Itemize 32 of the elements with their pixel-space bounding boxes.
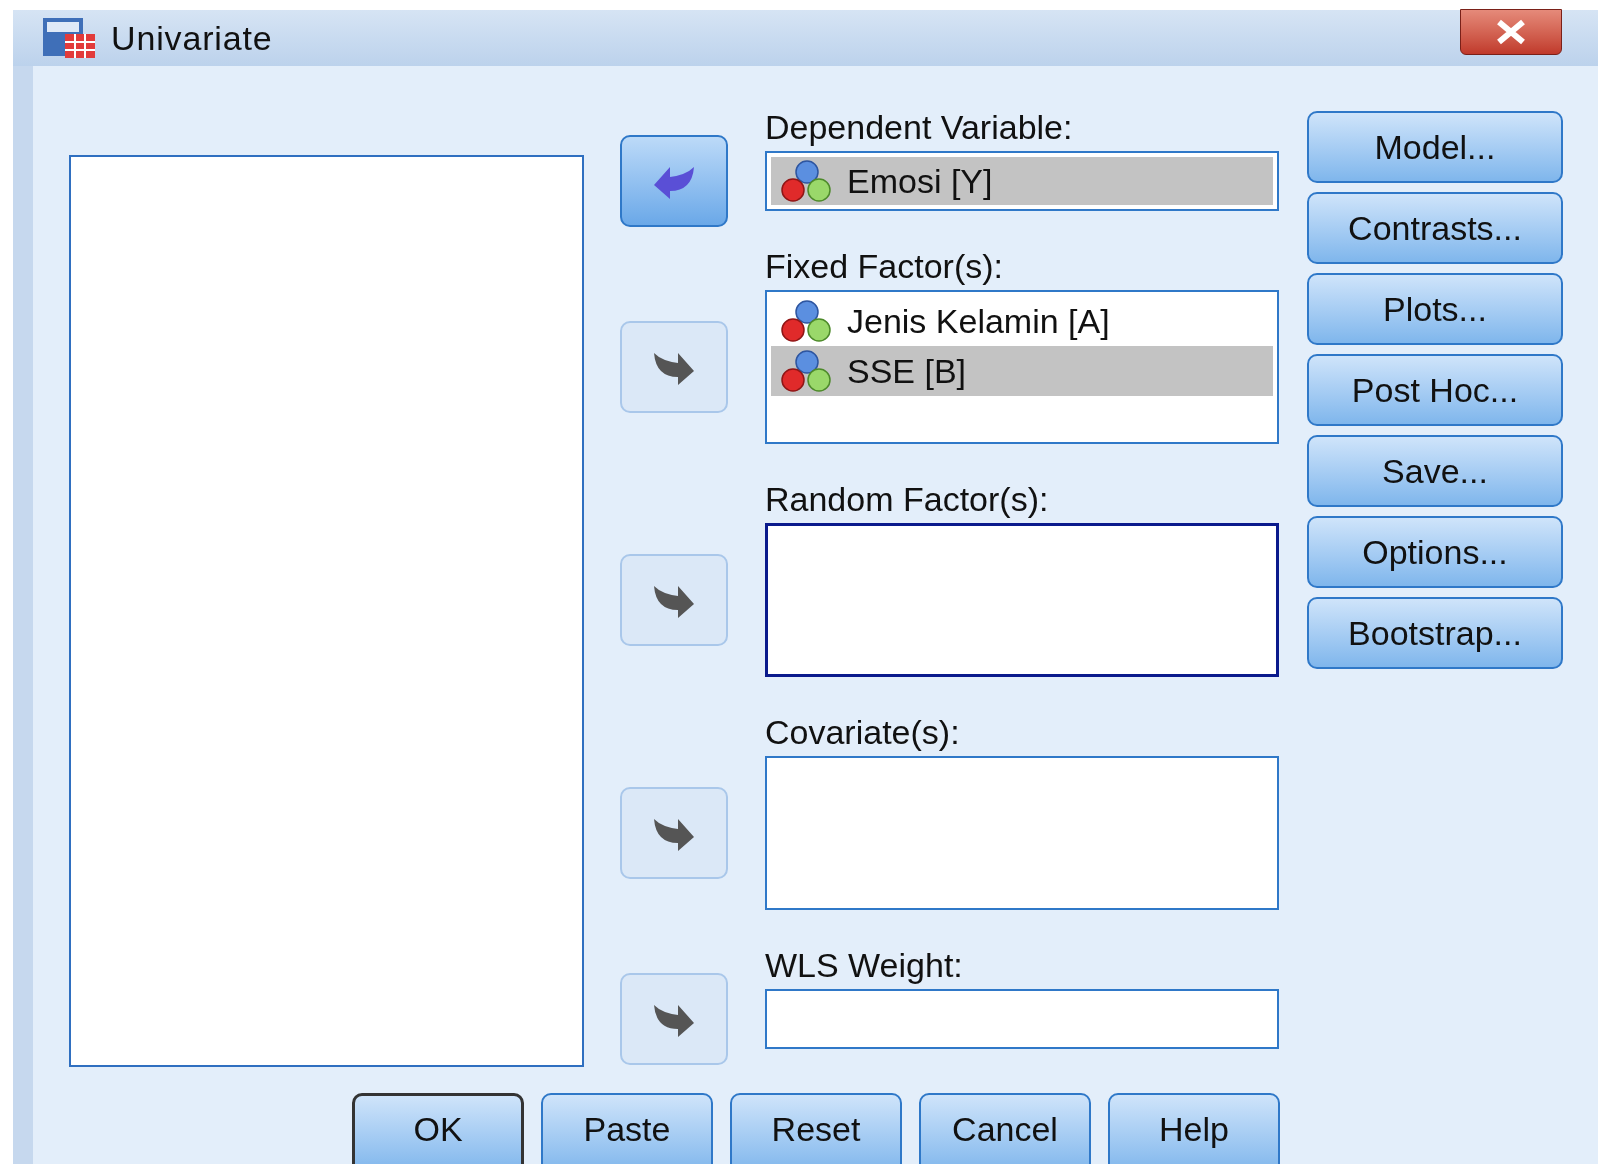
close-button[interactable] [1460,9,1562,55]
dialog-button[interactable]: Options... [1307,516,1563,588]
variable-field[interactable] [765,989,1279,1049]
dialog-button[interactable]: Model... [1307,111,1563,183]
field-label: Random Factor(s): [765,480,1050,518]
close-icon [1494,19,1528,45]
dialog-button[interactable]: Cancel [919,1093,1091,1164]
variable-list[interactable] [765,523,1279,677]
variable-item[interactable]: Emosi [Y] [771,157,1273,205]
variable-name: SSE [B] [847,350,967,392]
dialog-button[interactable]: Save... [1307,435,1563,507]
variable-name: Jenis Kelamin [A] [847,300,1110,342]
field-label: Dependent Variable: [765,108,1074,146]
field-label: Covariate(s): [765,713,961,751]
field-label: WLS Weight: [765,946,964,984]
dialog-button[interactable]: Help [1108,1093,1280,1164]
variable-item[interactable]: Jenis Kelamin [A] [771,296,1273,346]
dialog-button[interactable]: Reset [730,1093,902,1164]
window-title: Univariate [111,17,273,59]
dialog-button[interactable]: Contrasts... [1307,192,1563,264]
variable-item[interactable]: SSE [B] [771,346,1273,396]
dialog-button[interactable]: OK [352,1093,524,1164]
dialog-button[interactable]: Paste [541,1093,713,1164]
dialog-button[interactable]: Plots... [1307,273,1563,345]
variable-name: Emosi [Y] [847,160,993,202]
move-button[interactable] [620,135,728,227]
field-label: Fixed Factor(s): [765,247,1005,285]
app-icon [41,16,97,60]
variable-list[interactable]: Jenis Kelamin [A] SSE [B] [765,290,1279,444]
variable-field[interactable]: Emosi [Y] [765,151,1279,211]
dialog-button[interactable]: Bootstrap... [1307,597,1563,669]
dialog-button[interactable]: Post Hoc... [1307,354,1563,426]
